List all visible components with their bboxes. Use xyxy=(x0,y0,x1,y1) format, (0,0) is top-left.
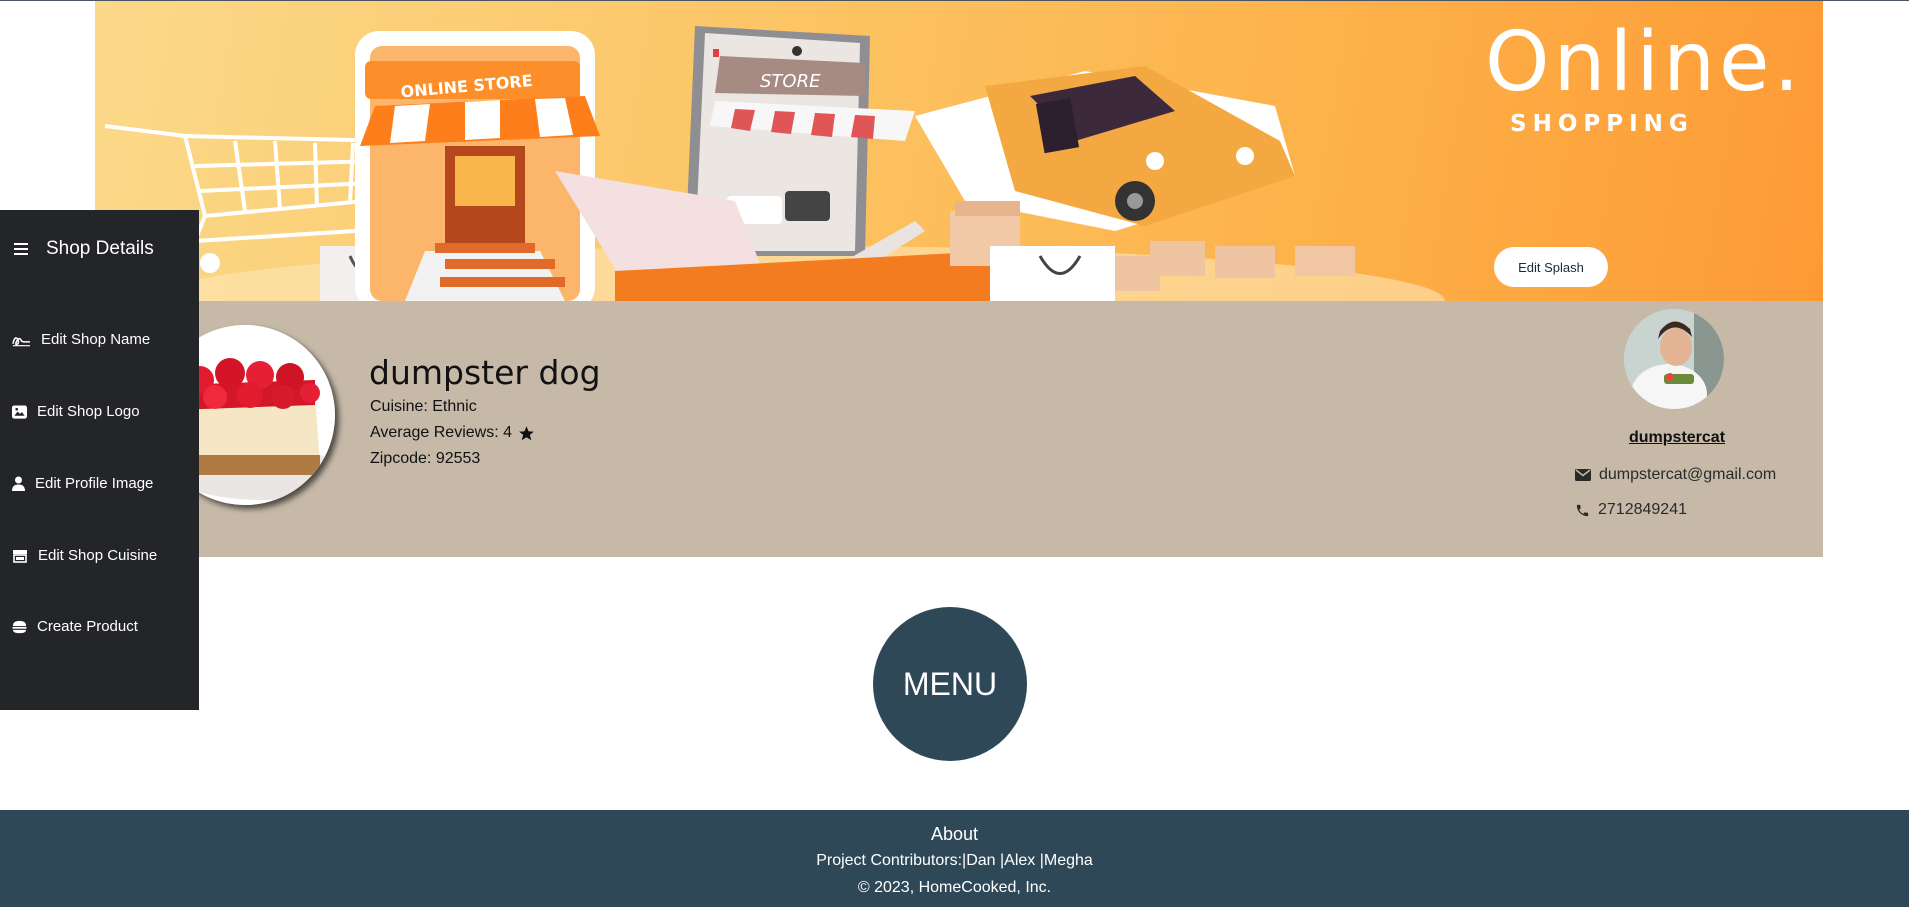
store-icon xyxy=(13,549,27,563)
sidebar-item-edit-profile-image[interactable]: Edit Profile Image xyxy=(12,475,153,492)
footer-contributors: Project Contributors:|Dan |Alex |Megha xyxy=(816,852,1093,869)
sidebar-header: Shop Details xyxy=(14,238,154,260)
sidebar-item-edit-shop-logo[interactable]: Edit Shop Logo xyxy=(12,403,140,420)
owner-phone-text: 2712849241 xyxy=(1598,501,1687,518)
average-reviews-text: Average Reviews: 4 xyxy=(370,424,512,441)
shop-name: dumpster dog xyxy=(369,353,601,392)
phone-icon xyxy=(1576,504,1589,516)
sidebar-item-create-product[interactable]: Create Product xyxy=(12,618,138,635)
owner-email: dumpstercat@gmail.com xyxy=(1575,466,1776,484)
shop-zipcode: Zipcode: 92553 xyxy=(370,450,481,467)
chef-photo xyxy=(1624,309,1724,409)
menu-button[interactable]: MENU xyxy=(873,607,1027,761)
owner-email-text: dumpstercat@gmail.com xyxy=(1599,466,1777,483)
store-sign: STORE xyxy=(760,71,821,92)
sidebar-item-edit-shop-name[interactable]: Edit Shop Name xyxy=(12,331,150,348)
footer: About Project Contributors:|Dan |Alex |M… xyxy=(0,810,1909,907)
splash-banner: ONLINE STORE STORE Online. SHOPPING Edit… xyxy=(95,1,1823,301)
hamburger-menu-icon[interactable] xyxy=(14,242,28,256)
sidebar-item-label: Edit Shop Cuisine xyxy=(38,547,158,564)
banner-subtitle: SHOPPING xyxy=(1510,111,1694,137)
owner-phone: 2712849241 xyxy=(1575,501,1687,519)
edit-splash-button[interactable]: Edit Splash xyxy=(1494,247,1608,287)
image-icon xyxy=(12,404,27,419)
signature-icon xyxy=(12,336,31,346)
shop-cuisine: Cuisine: Ethnic xyxy=(370,398,477,415)
burger-icon xyxy=(12,620,27,633)
owner-avatar xyxy=(1624,309,1724,409)
envelope-icon xyxy=(1575,469,1591,481)
footer-copyright: © 2023, HomeCooked, Inc. xyxy=(857,879,1052,896)
shop-reviews: Average Reviews: 4 xyxy=(370,424,535,442)
sidebar-item-label: Edit Shop Name xyxy=(41,331,151,348)
sidebar-item-label: Create Product xyxy=(37,618,138,635)
sidebar-item-label: Edit Profile Image xyxy=(35,475,154,492)
footer-about-link[interactable]: About xyxy=(0,824,1909,845)
shop-details-sidebar: Shop Details Edit Shop Name Edit Shop Lo… xyxy=(0,210,199,710)
owner-username-link[interactable]: dumpstercat xyxy=(1629,429,1725,447)
shop-profile-section: dumpster dog Cuisine: Ethnic Average Rev… xyxy=(95,301,1823,557)
banner-title: Online. xyxy=(1485,15,1804,110)
star-icon xyxy=(519,425,534,440)
sidebar-item-label: Edit Shop Logo xyxy=(37,403,140,420)
sidebar-item-edit-shop-cuisine[interactable]: Edit Shop Cuisine xyxy=(12,547,157,564)
sidebar-title: Shop Details xyxy=(46,238,154,259)
user-icon xyxy=(12,476,25,491)
